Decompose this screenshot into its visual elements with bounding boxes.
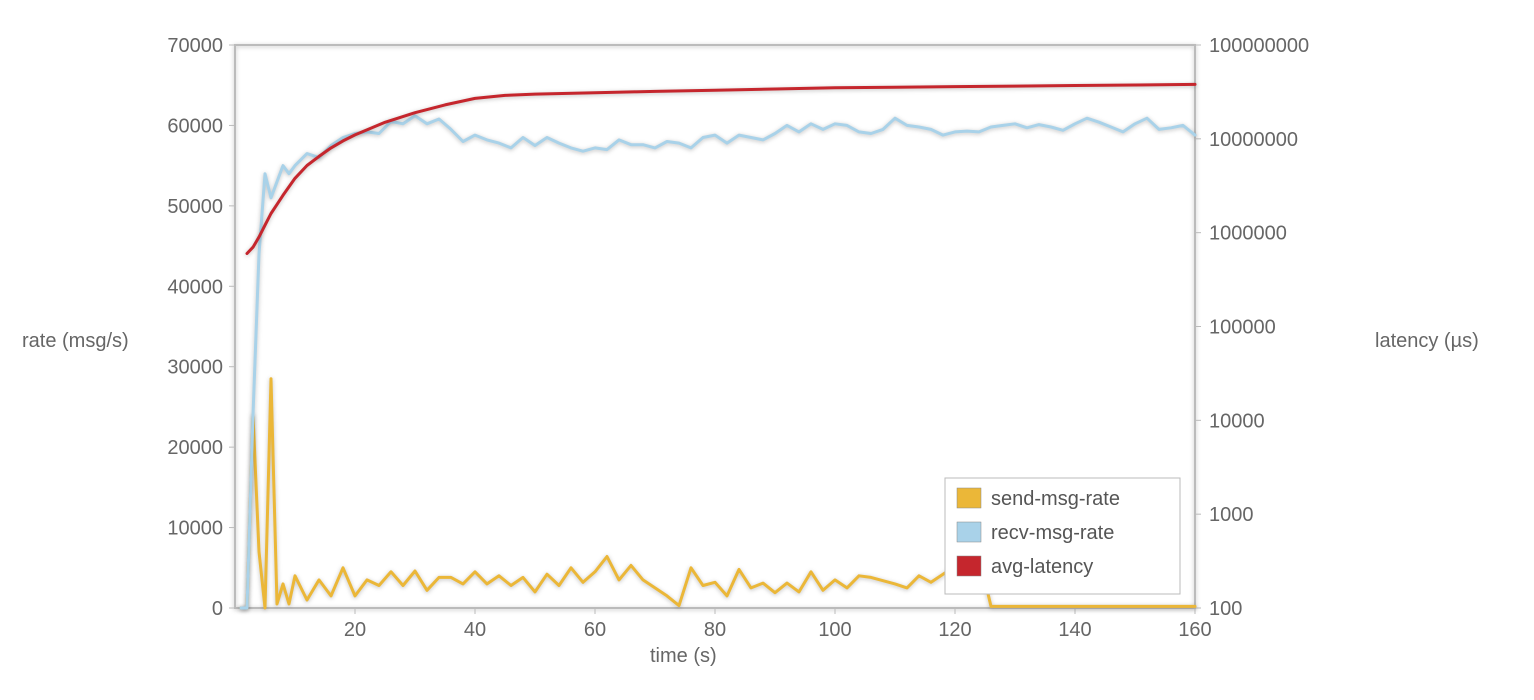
svg-text:50000: 50000 (167, 196, 223, 218)
svg-text:0: 0 (212, 598, 223, 620)
legend-label-send: send-msg-rate (991, 488, 1120, 510)
legend-label-recv: recv-msg-rate (991, 522, 1114, 544)
svg-text:100000: 100000 (1209, 317, 1276, 339)
svg-text:60: 60 (584, 619, 606, 641)
legend-swatch-send (957, 488, 981, 508)
svg-text:100: 100 (818, 619, 851, 641)
svg-text:140: 140 (1058, 619, 1091, 641)
svg-text:120: 120 (938, 619, 971, 641)
svg-text:70000: 70000 (167, 35, 223, 57)
svg-text:60000: 60000 (167, 115, 223, 137)
svg-text:80: 80 (704, 619, 726, 641)
svg-text:10000000: 10000000 (1209, 129, 1298, 151)
svg-text:40000: 40000 (167, 276, 223, 298)
legend-swatch-recv (957, 522, 981, 542)
svg-text:100: 100 (1209, 598, 1242, 620)
svg-text:20: 20 (344, 619, 366, 641)
line-chart: 0100002000030000400005000060000700001001… (0, 0, 1534, 700)
svg-text:20000: 20000 (167, 437, 223, 459)
legend-swatch-latency (957, 556, 981, 576)
svg-text:160: 160 (1178, 619, 1211, 641)
svg-text:100000000: 100000000 (1209, 35, 1309, 57)
series-avg-latency (247, 84, 1195, 253)
svg-text:10000: 10000 (167, 518, 223, 540)
svg-text:30000: 30000 (167, 357, 223, 379)
svg-text:40: 40 (464, 619, 486, 641)
svg-text:1000000: 1000000 (1209, 223, 1287, 245)
legend-label-latency: avg-latency (991, 556, 1093, 578)
svg-text:1000: 1000 (1209, 504, 1254, 526)
svg-text:10000: 10000 (1209, 410, 1265, 432)
